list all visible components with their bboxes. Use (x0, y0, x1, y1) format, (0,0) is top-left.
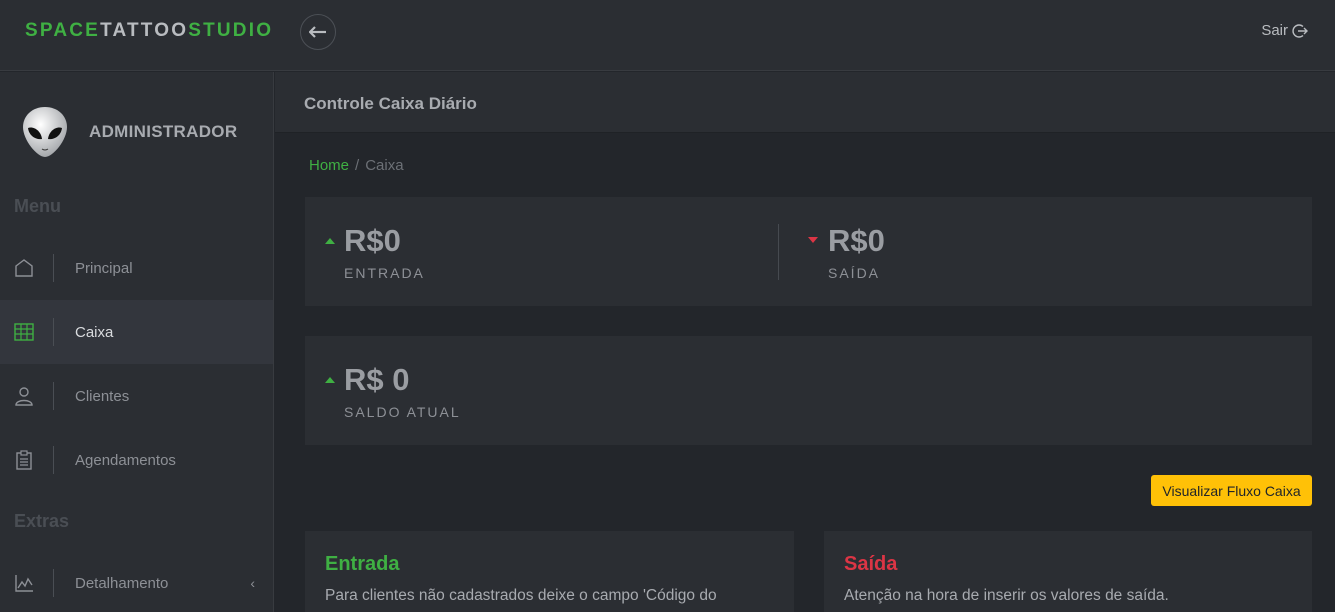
sidebar-toggle-button[interactable] (300, 14, 336, 50)
entrada-label: ENTRADA (344, 265, 425, 281)
sidebar-item-caixa[interactable]: Caixa (0, 300, 273, 364)
saida-panel: Saída Atenção na hora de inserir os valo… (824, 531, 1312, 612)
brand-part-3: STUDIO (188, 20, 274, 41)
entrada-panel-text: Para clientes não cadastrados deixe o ca… (325, 587, 717, 604)
view-cash-flow-button[interactable]: Visualizar Fluxo Caixa (1151, 475, 1312, 506)
sidebar-item-principal[interactable]: Principal (0, 236, 273, 300)
sidebar-item-label: Detalhamento (75, 574, 169, 592)
entrada-panel-title: Entrada (325, 553, 400, 575)
sidebar-item-label: Clientes (75, 387, 130, 405)
nav-divider (53, 446, 54, 474)
summary-card: R$0 ENTRADA R$0 SAÍDA (305, 197, 1312, 306)
logout-button[interactable]: Sair (1261, 22, 1308, 39)
user-icon (13, 385, 35, 407)
saldo-stat: R$ 0 SALDO ATUAL (344, 362, 461, 420)
user-profile: ADMINISTRADOR (22, 106, 237, 158)
breadcrumb-separator: / (355, 157, 360, 174)
brand-part-2: TATTOO (100, 20, 189, 41)
brand-part-1: SPACE (25, 20, 101, 41)
sidebar: ADMINISTRADOR Menu Principal Caixa Clien… (0, 72, 274, 612)
sidebar-item-agendamentos[interactable]: Agendamentos (0, 428, 273, 492)
page-header: Controle Caixa Diário (275, 72, 1335, 133)
chevron-left-icon: ‹ (250, 575, 255, 591)
line-chart-icon (13, 572, 35, 594)
extras-section-title: Extras (14, 511, 70, 531)
nav-divider (53, 318, 54, 346)
menu-section-title: Menu (14, 196, 61, 216)
brand-logo[interactable]: SPACETATTOOSTUDIO (25, 20, 273, 42)
saida-value: R$0 (828, 223, 885, 258)
breadcrumb-current: Caixa (365, 157, 404, 174)
caret-up-icon (325, 238, 335, 244)
alien-avatar-icon (23, 107, 67, 157)
sidebar-item-clientes[interactable]: Clientes (0, 364, 273, 428)
caret-down-icon (808, 237, 818, 243)
admin-name: ADMINISTRADOR (89, 122, 238, 141)
table-grid-icon (13, 321, 35, 343)
nav-divider (53, 382, 54, 410)
entrada-value: R$0 (344, 223, 401, 258)
entrada-stat: R$0 ENTRADA (344, 223, 425, 281)
nav-divider (53, 569, 54, 597)
saida-label: SAÍDA (828, 265, 881, 281)
arrow-left-icon (309, 26, 326, 38)
nav-divider (53, 254, 54, 282)
saldo-value: R$ 0 (344, 362, 410, 397)
sidebar-item-label: Principal (75, 259, 133, 277)
balance-card: R$ 0 SALDO ATUAL (305, 336, 1312, 445)
caret-up-icon (325, 377, 335, 383)
breadcrumb: Home / Caixa (309, 157, 404, 174)
sidebar-item-label: Caixa (75, 323, 114, 341)
stat-divider (778, 224, 779, 280)
saida-panel-title: Saída (844, 553, 898, 575)
logout-label: Sair (1261, 22, 1288, 39)
logout-icon (1292, 23, 1308, 38)
sidebar-item-detalhamento[interactable]: Detalhamento ‹ (0, 551, 273, 612)
entrada-panel: Entrada Para clientes não cadastrados de… (305, 531, 794, 612)
saida-panel-text: Atenção na hora de inserir os valores de… (844, 587, 1169, 604)
page-title: Controle Caixa Diário (304, 94, 477, 113)
top-navbar: SPACETATTOOSTUDIO Sair (0, 0, 1335, 71)
sidebar-item-label: Agendamentos (75, 451, 176, 469)
home-icon (13, 257, 35, 279)
saida-stat: R$0 SAÍDA (828, 223, 885, 281)
breadcrumb-home-link[interactable]: Home (309, 157, 349, 174)
saldo-label: SALDO ATUAL (344, 404, 461, 420)
clipboard-icon (13, 449, 35, 471)
